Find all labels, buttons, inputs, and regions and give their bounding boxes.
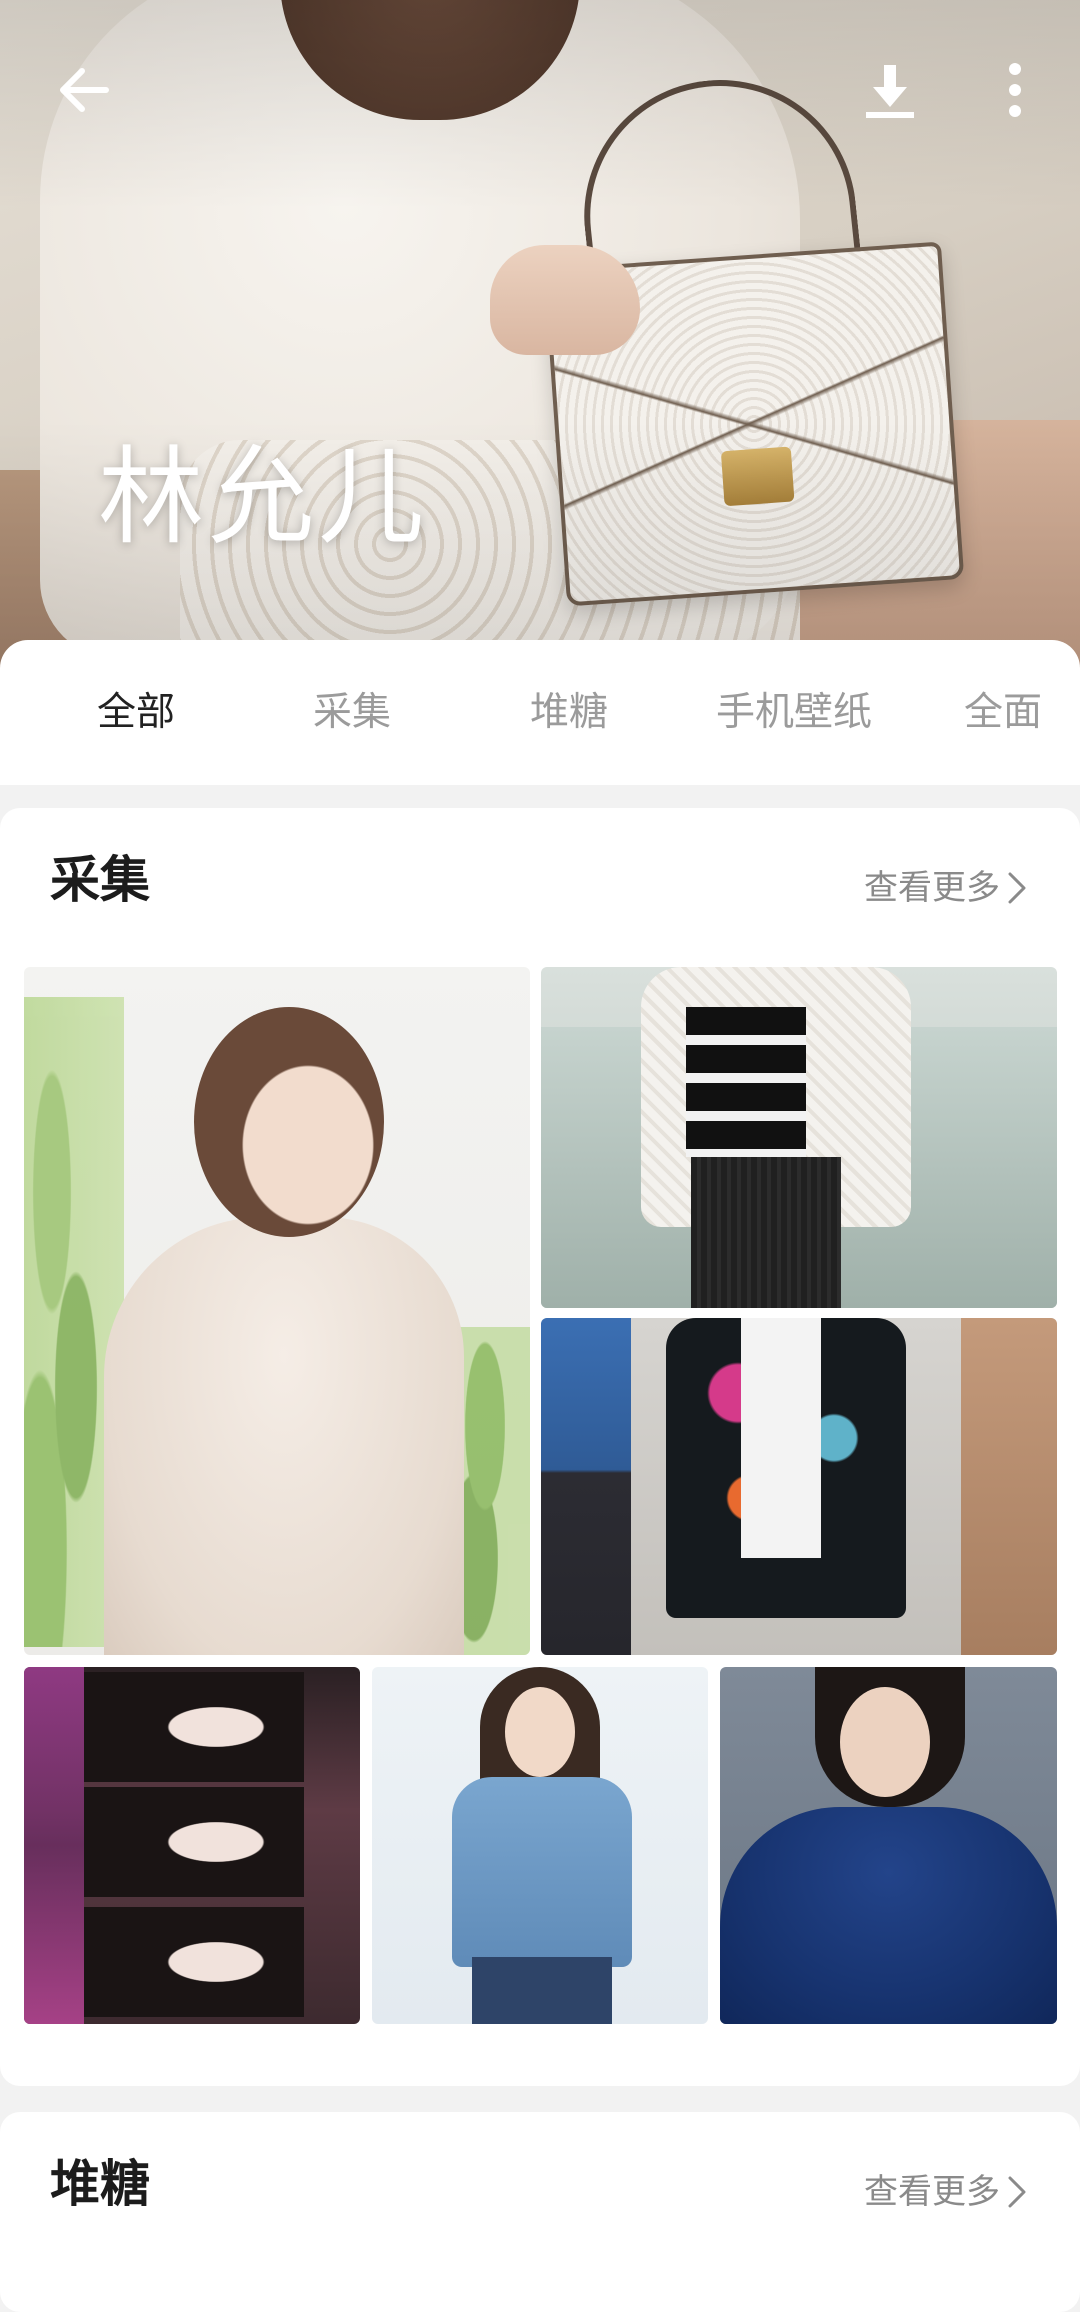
view-more-label: 查看更多 (864, 2172, 1000, 2212)
section-collect: 采集 查看更多 (0, 808, 1080, 2086)
view-more-link[interactable]: 查看更多 (864, 863, 1028, 913)
section-title: 堆糖 (50, 2155, 150, 2213)
download-button[interactable] (855, 55, 925, 125)
more-vertical-icon (1009, 63, 1021, 117)
more-options-button[interactable] (985, 55, 1045, 125)
photo-thumbnail[interactable] (541, 967, 1057, 1308)
arrow-left-icon (60, 68, 109, 112)
tab-collect[interactable]: 采集 (313, 678, 391, 748)
view-more-label: 查看更多 (864, 868, 1000, 908)
category-tabs: 全部 采集 堆糖 手机壁纸 全面 (0, 640, 1080, 785)
tab-duitang[interactable]: 堆糖 (530, 678, 608, 748)
back-button[interactable] (50, 55, 120, 125)
section-duitang: 堆糖 查看更多 (0, 2112, 1080, 2312)
tab-fullscreen[interactable]: 全面 (964, 678, 1042, 748)
tab-all[interactable]: 全部 (97, 678, 175, 748)
section-title: 采集 (50, 851, 150, 909)
chevron-right-icon (1008, 2176, 1026, 2208)
photo-thumbnail[interactable] (541, 1318, 1057, 1655)
photo-thumbnail[interactable] (24, 1667, 360, 2024)
tab-phone-wallpaper[interactable]: 手机壁纸 (716, 678, 872, 748)
page-title: 林允儿 (98, 436, 428, 559)
download-icon (866, 65, 914, 118)
photo-thumbnail[interactable] (720, 1667, 1057, 2024)
hero-banner: 林允儿 (0, 0, 1080, 700)
photo-thumbnail[interactable] (24, 967, 530, 1655)
chevron-right-icon (1008, 872, 1026, 904)
photo-thumbnail[interactable] (372, 1667, 708, 2024)
view-more-link[interactable]: 查看更多 (864, 2167, 1028, 2217)
